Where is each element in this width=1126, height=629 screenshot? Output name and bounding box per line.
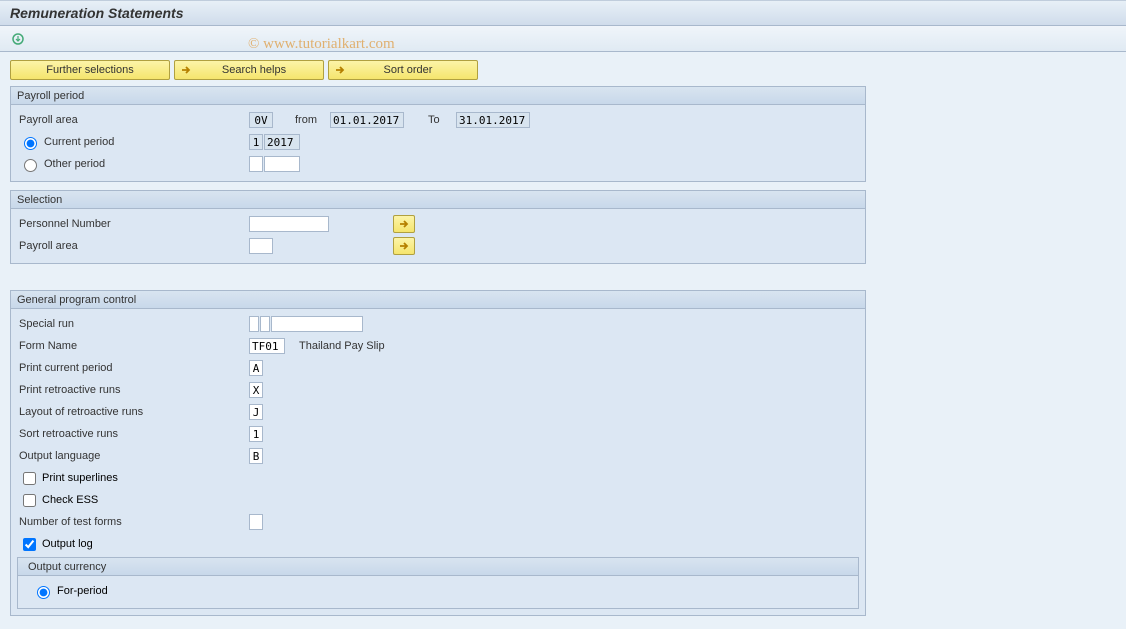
title-bar: Remuneration Statements — [0, 0, 1126, 26]
from-date-input[interactable] — [330, 112, 404, 128]
special-run-input-1[interactable] — [249, 316, 259, 332]
current-period-num-input[interactable] — [249, 134, 263, 150]
general-program-control-group: General program control Special run Form… — [10, 290, 866, 616]
to-date-input[interactable] — [456, 112, 530, 128]
output-log-checkbox-input[interactable] — [23, 538, 36, 551]
group-header: Selection — [11, 191, 865, 209]
current-period-radio-input[interactable] — [24, 137, 37, 150]
arrow-right-icon — [179, 63, 193, 77]
search-helps-button[interactable]: Search helps — [174, 60, 324, 80]
print-current-period-input[interactable] — [249, 360, 263, 376]
payroll-area-input[interactable] — [249, 112, 273, 128]
special-run-input-3[interactable] — [271, 316, 363, 332]
other-period-radio[interactable]: Other period — [19, 156, 249, 172]
special-run-input-2[interactable] — [260, 316, 270, 332]
print-retroactive-runs-label: Print retroactive runs — [19, 384, 249, 396]
group-header: General program control — [11, 291, 865, 309]
other-period-radio-input[interactable] — [24, 159, 37, 172]
output-log-checkbox[interactable]: Output log — [19, 535, 93, 554]
button-label: Further selections — [46, 64, 133, 76]
print-superlines-checkbox-input[interactable] — [23, 472, 36, 485]
print-retroactive-runs-input[interactable] — [249, 382, 263, 398]
radio-label-text: For-period — [57, 585, 108, 597]
from-label: from — [295, 114, 330, 126]
payroll-area-more-button[interactable] — [393, 237, 415, 255]
other-period-year-input[interactable] — [264, 156, 300, 172]
form-name-label: Form Name — [19, 340, 249, 352]
output-language-label: Output language — [19, 450, 249, 462]
print-superlines-checkbox[interactable]: Print superlines — [19, 469, 118, 488]
checkbox-label-text: Print superlines — [42, 472, 118, 484]
radio-label-text: Other period — [44, 158, 105, 170]
checkbox-label-text: Check ESS — [42, 494, 98, 506]
selection-payroll-area-input[interactable] — [249, 238, 273, 254]
for-period-radio[interactable]: For-period — [32, 583, 108, 599]
checkbox-label-text: Output log — [42, 538, 93, 550]
button-label: Sort order — [351, 64, 465, 76]
button-row: Further selections Search helps Sort ord… — [10, 60, 1116, 80]
execute-icon[interactable] — [10, 31, 26, 47]
current-period-year-input[interactable] — [264, 134, 300, 150]
output-language-input[interactable] — [249, 448, 263, 464]
number-of-test-forms-input[interactable] — [249, 514, 263, 530]
personnel-number-input[interactable] — [249, 216, 329, 232]
print-current-period-label: Print current period — [19, 362, 249, 374]
to-label: To — [428, 114, 456, 126]
payroll-period-group: Payroll period Payroll area from To Curr… — [10, 86, 866, 182]
page-title: Remuneration Statements — [10, 5, 183, 21]
other-period-num-input[interactable] — [249, 156, 263, 172]
toolbar — [0, 26, 1126, 52]
number-of-test-forms-label: Number of test forms — [19, 516, 249, 528]
selection-group: Selection Personnel Number Payroll area — [10, 190, 866, 264]
main-area: Further selections Search helps Sort ord… — [0, 52, 1126, 629]
personnel-number-label: Personnel Number — [19, 218, 249, 230]
radio-label-text: Current period — [44, 136, 114, 148]
group-header: Output currency — [18, 558, 858, 576]
check-ess-checkbox-input[interactable] — [23, 494, 36, 507]
sort-order-button[interactable]: Sort order — [328, 60, 478, 80]
group-header: Payroll period — [11, 87, 865, 105]
form-name-input[interactable] — [249, 338, 285, 354]
special-run-label: Special run — [19, 318, 249, 330]
arrow-right-icon — [333, 63, 347, 77]
selection-payroll-area-label: Payroll area — [19, 240, 249, 252]
sort-retroactive-runs-input[interactable] — [249, 426, 263, 442]
further-selections-button[interactable]: Further selections — [10, 60, 170, 80]
layout-retroactive-runs-label: Layout of retroactive runs — [19, 406, 249, 418]
payroll-area-label: Payroll area — [19, 114, 249, 126]
for-period-radio-input[interactable] — [37, 586, 50, 599]
output-currency-group: Output currency For-period — [17, 557, 859, 609]
layout-retroactive-runs-input[interactable] — [249, 404, 263, 420]
personnel-number-more-button[interactable] — [393, 215, 415, 233]
button-label: Search helps — [197, 64, 311, 76]
check-ess-checkbox[interactable]: Check ESS — [19, 491, 98, 510]
current-period-radio[interactable]: Current period — [19, 134, 249, 150]
sort-retroactive-runs-label: Sort retroactive runs — [19, 428, 249, 440]
form-name-desc: Thailand Pay Slip — [299, 340, 385, 352]
